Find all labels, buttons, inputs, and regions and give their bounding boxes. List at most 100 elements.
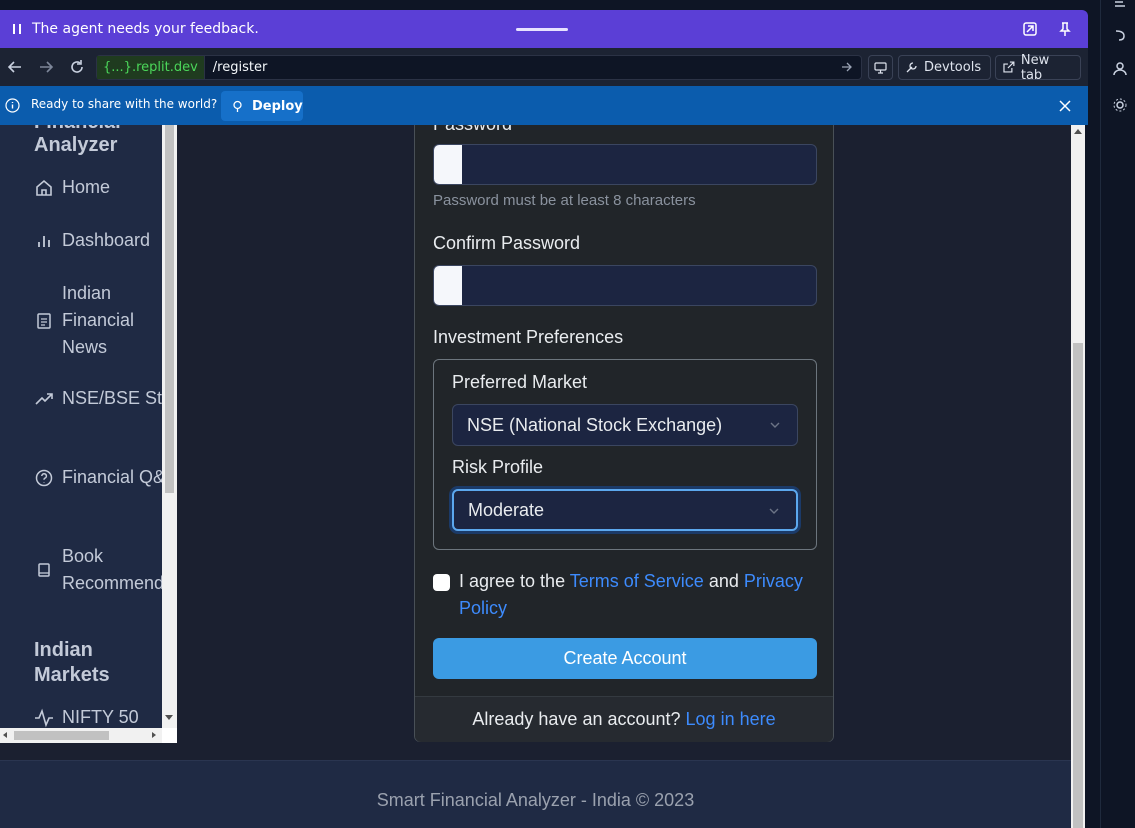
agent-feedback-bar: The agent needs your feedback. bbox=[0, 10, 1088, 48]
deploy-banner-message: Ready to share with the world? bbox=[31, 97, 218, 111]
rail-settings-icon[interactable] bbox=[1113, 98, 1127, 112]
deploy-button[interactable]: Deploy bbox=[221, 91, 303, 121]
login-link[interactable]: Log in here bbox=[686, 709, 776, 730]
sidebar-item-news[interactable]: Indian Financial News bbox=[34, 280, 162, 361]
agree-and: and bbox=[708, 571, 739, 591]
sidebar: Financial Analyzer Home Dashboard Indian… bbox=[0, 125, 177, 743]
deploy-icon bbox=[233, 100, 242, 112]
brand-line-1: Financial bbox=[34, 125, 121, 134]
login-prompt-text: Already have an account? bbox=[472, 709, 681, 729]
forward-arrow-icon[interactable] bbox=[38, 59, 54, 75]
home-icon bbox=[36, 179, 52, 196]
activity-icon bbox=[35, 708, 53, 727]
scroll-down-arrow-icon[interactable] bbox=[165, 715, 173, 720]
book-icon bbox=[38, 563, 50, 577]
agree-prefix: I agree to the bbox=[459, 571, 566, 591]
sidebar-item-dashboard[interactable]: Dashboard bbox=[34, 230, 150, 251]
deploy-banner: Ready to share with the world? Deploy bbox=[0, 86, 1088, 125]
sidebar-horizontal-scrollbar[interactable] bbox=[0, 728, 162, 743]
info-icon bbox=[5, 98, 20, 113]
sidebar-item-label: Book Recommendations bbox=[62, 546, 162, 593]
preferred-market-value: NSE (National Stock Exchange) bbox=[467, 414, 723, 435]
risk-profile-label: Risk Profile bbox=[452, 457, 544, 477]
investment-preferences-title: Investment Preferences bbox=[433, 327, 624, 347]
scrollbar-thumb[interactable] bbox=[1073, 343, 1083, 828]
sidebar-item-label: Indian Financial News bbox=[62, 283, 135, 357]
wrench-icon bbox=[906, 62, 917, 73]
terms-of-service-link[interactable]: Terms of Service bbox=[570, 571, 704, 591]
app-viewport: Financial Analyzer Home Dashboard Indian… bbox=[0, 125, 1071, 828]
sidebar-item-label: NSE/BSE Stocks bbox=[62, 388, 162, 408]
password-help-text: Password must be at least 8 characters bbox=[433, 192, 696, 209]
sidebar-item-stocks[interactable]: NSE/BSE Stocks bbox=[34, 388, 162, 409]
sidebar-vertical-scrollbar[interactable] bbox=[162, 125, 177, 728]
devtools-label: Devtools bbox=[924, 60, 982, 75]
chevron-down-icon bbox=[770, 422, 780, 428]
drag-handle[interactable] bbox=[516, 28, 568, 31]
page-vertical-scrollbar[interactable] bbox=[1071, 125, 1085, 828]
section-title-markets: Indian Markets bbox=[34, 639, 110, 686]
create-account-button[interactable]: Create Account bbox=[433, 638, 817, 679]
password-label: Password bbox=[433, 125, 512, 135]
monitor-icon bbox=[874, 62, 887, 74]
terms-checkbox[interactable] bbox=[433, 574, 450, 591]
back-arrow-icon[interactable] bbox=[7, 59, 23, 75]
trending-up-icon bbox=[35, 392, 53, 405]
sidebar-item-qa[interactable]: Financial Q&A bbox=[34, 467, 162, 488]
login-prompt-footer: Already have an account? Log in here bbox=[415, 696, 833, 742]
preferences-fieldset: Preferred Market NSE (National Stock Exc… bbox=[433, 359, 817, 550]
reload-icon[interactable] bbox=[69, 59, 85, 75]
brand-line-2: Analyzer bbox=[34, 134, 118, 156]
sidebar-item-label: NIFTY 50 bbox=[62, 707, 139, 727]
sidebar-item-nifty[interactable]: NIFTY 50 bbox=[34, 707, 139, 728]
close-icon[interactable] bbox=[1058, 99, 1072, 113]
rail-tool-icon-2[interactable] bbox=[1113, 28, 1127, 42]
sidebar-item-home[interactable]: Home bbox=[34, 177, 110, 198]
url-host: {...}.replit.dev bbox=[97, 56, 205, 79]
right-tool-rail bbox=[1100, 0, 1135, 828]
feedback-message: The agent needs your feedback. bbox=[32, 21, 259, 37]
scrollbar-thumb[interactable] bbox=[165, 125, 174, 493]
new-tab-label: New tab bbox=[1020, 52, 1050, 83]
scrollbar-thumb[interactable] bbox=[14, 731, 109, 740]
scroll-left-arrow-icon[interactable] bbox=[3, 732, 7, 738]
device-preview-button[interactable] bbox=[868, 55, 893, 80]
go-arrow-icon[interactable] bbox=[841, 61, 853, 73]
url-path: /register bbox=[212, 60, 268, 75]
bar-chart-icon bbox=[38, 235, 50, 247]
terms-agreement-text: I agree to the Terms of Service and Priv… bbox=[459, 568, 819, 622]
sidebar-item-label: Dashboard bbox=[62, 230, 151, 250]
register-card: Password Password must be at least 8 cha… bbox=[414, 125, 834, 742]
pause-icon[interactable] bbox=[10, 22, 24, 36]
url-bar[interactable]: {...}.replit.dev /register bbox=[96, 55, 862, 80]
sidebar-item-label: Home bbox=[62, 177, 111, 197]
window-top-strip bbox=[0, 0, 1100, 10]
autofill-indicator bbox=[434, 145, 462, 184]
sidebar-nav[interactable]: Financial Analyzer Home Dashboard Indian… bbox=[0, 125, 162, 728]
confirm-password-input[interactable] bbox=[433, 265, 817, 306]
newspaper-icon bbox=[37, 312, 51, 329]
password-input[interactable] bbox=[433, 144, 817, 185]
browser-toolbar: {...}.replit.dev /register Devtools New … bbox=[0, 48, 1088, 86]
expand-icon[interactable] bbox=[1022, 21, 1038, 37]
footer-copyright: Smart Financial Analyzer - India © 2023 bbox=[376, 790, 695, 810]
sidebar-item-books[interactable]: Book Recommendations bbox=[34, 543, 162, 597]
rail-user-icon[interactable] bbox=[1113, 62, 1127, 76]
deploy-label: Deploy bbox=[252, 98, 303, 114]
scroll-right-arrow-icon[interactable] bbox=[152, 732, 156, 738]
chevron-down-icon bbox=[769, 508, 779, 514]
scroll-up-arrow-icon[interactable] bbox=[1074, 129, 1082, 134]
help-circle-icon bbox=[35, 469, 53, 486]
risk-profile-value: Moderate bbox=[468, 499, 545, 520]
sidebar-item-label: Financial Q&A bbox=[62, 467, 162, 487]
pin-icon[interactable] bbox=[1057, 21, 1073, 37]
autofill-indicator bbox=[434, 266, 462, 305]
devtools-button[interactable]: Devtools bbox=[898, 55, 991, 80]
page-footer: Smart Financial Analyzer - India © 2023 bbox=[0, 760, 1071, 828]
preferred-market-select[interactable]: NSE (National Stock Exchange) bbox=[452, 404, 798, 446]
preferred-market-label: Preferred Market bbox=[452, 372, 588, 392]
rail-tool-icon-1[interactable] bbox=[1113, 0, 1127, 14]
confirm-password-label: Confirm Password bbox=[433, 233, 581, 253]
risk-profile-select[interactable]: Moderate bbox=[452, 489, 798, 531]
new-tab-button[interactable]: New tab bbox=[995, 52, 1081, 83]
